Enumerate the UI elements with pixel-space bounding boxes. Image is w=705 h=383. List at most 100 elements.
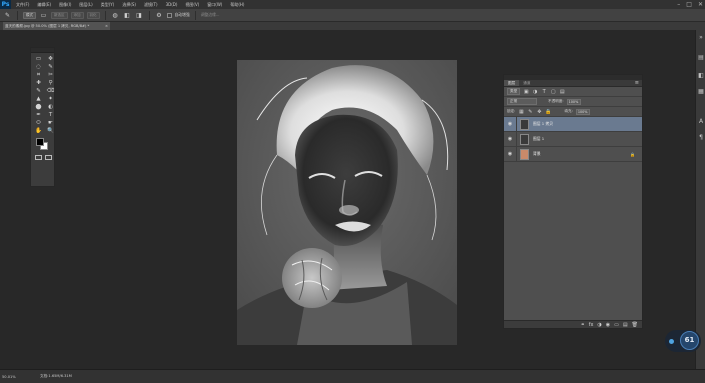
hand-tool-icon[interactable]: ✋: [33, 127, 44, 135]
new-layer-icon[interactable]: ▤: [623, 322, 628, 328]
visibility-eye-icon[interactable]: ◉: [504, 151, 516, 157]
delete-layer-icon[interactable]: 🗑: [632, 322, 638, 328]
layer-style-icon[interactable]: fx: [589, 322, 594, 328]
visibility-eye-icon[interactable]: ◉: [504, 121, 516, 127]
tab-layers[interactable]: 图层: [504, 80, 520, 86]
lock-all-icon[interactable]: 🔒: [545, 109, 551, 115]
eraser-tool-icon[interactable]: ⌫: [45, 87, 56, 95]
properties-panel-icon[interactable]: ◧: [697, 72, 705, 80]
marquee-tool-icon[interactable]: ▭: [33, 55, 44, 63]
minimize-button[interactable]: –: [677, 1, 680, 8]
auto-enhance-checkbox[interactable]: [166, 12, 172, 18]
history-panel-icon[interactable]: ▤: [697, 54, 705, 62]
selection-new-icon[interactable]: ▭: [39, 11, 48, 19]
filter-type-select[interactable]: 类型: [507, 88, 521, 95]
link-layers-icon[interactable]: ⚭: [580, 322, 584, 328]
screen-mode-icon[interactable]: [45, 155, 52, 160]
mode-field[interactable]: 模式: [23, 11, 36, 19]
layer-thumbnail: [520, 118, 529, 130]
brush-icon[interactable]: ◍: [111, 11, 120, 19]
quick-select-tool-icon[interactable]: ✎: [45, 63, 56, 71]
document-info[interactable]: 文档:1.65M/6.31M: [40, 374, 72, 379]
character-panel-icon[interactable]: A: [697, 118, 705, 126]
fill-input[interactable]: 100%: [575, 108, 590, 115]
layer-row-1[interactable]: ◉ 图层 1: [504, 131, 642, 147]
layer-name: 图层 1: [533, 136, 545, 141]
lock-paint-icon[interactable]: ✎: [527, 109, 533, 115]
percentage-badge: 61: [680, 331, 699, 350]
options-bar: ✎ 模式 ▭ 新选区 添加 羽化 ◍ ◧ ◨ ⚙ 自动增强 调整边缘...: [0, 9, 705, 22]
document-canvas[interactable]: [237, 60, 457, 345]
new-selection-field[interactable]: 新选区: [51, 11, 68, 19]
maximize-button[interactable]: □: [686, 1, 692, 8]
blur-tool-icon[interactable]: ⬤: [33, 103, 44, 111]
auto-enhance-label: 自动增强: [174, 12, 190, 17]
adjustment-layer-icon[interactable]: ◉: [606, 322, 610, 328]
color-swatches: [35, 137, 53, 153]
healing-brush-icon[interactable]: ✚: [33, 79, 44, 87]
paragraph-panel-icon[interactable]: ¶: [697, 134, 705, 142]
menu-type[interactable]: 类型(Y): [101, 2, 115, 8]
settings-gear-icon[interactable]: ⚙: [155, 11, 164, 19]
blend-mode-select[interactable]: 正常: [507, 98, 537, 105]
shape-tool-icon[interactable]: ⬭: [33, 119, 44, 127]
filter-shape-icon[interactable]: ▢: [550, 89, 556, 95]
zoom-level[interactable]: 50.01%: [2, 375, 40, 379]
tool-preset-icon[interactable]: ✎: [3, 11, 12, 19]
menu-select[interactable]: 选择(S): [122, 2, 136, 8]
document-tab[interactable]: 蓝天的素颜.jpg @ 50.0% (图层 1 拷贝, RGB/8#) * ×: [3, 22, 110, 30]
feather-field[interactable]: 羽化: [86, 11, 100, 19]
move-tool-icon[interactable]: ✥: [45, 55, 56, 63]
dodge-tool-icon[interactable]: ◐: [45, 103, 56, 111]
menu-edit[interactable]: 编辑(E): [37, 2, 51, 8]
lock-label: 锁定:: [507, 109, 516, 113]
menu-3d[interactable]: 3D(D): [166, 2, 178, 7]
intersect-icon[interactable]: ◨: [135, 11, 144, 19]
add-selection-field[interactable]: 添加: [70, 11, 84, 19]
collapse-dock-icon[interactable]: »: [697, 34, 705, 42]
history-brush-icon[interactable]: ✦: [45, 95, 56, 103]
lock-transparent-icon[interactable]: ▦: [518, 109, 524, 115]
menu-filter[interactable]: 滤镜(T): [144, 2, 158, 8]
type-tool-icon[interactable]: T: [45, 111, 56, 119]
menu-help[interactable]: 帮助(H): [230, 2, 244, 8]
filter-pixel-icon[interactable]: ▣: [523, 89, 529, 95]
filter-type-icon[interactable]: T: [541, 89, 547, 95]
slice-tool-icon[interactable]: ✂: [45, 71, 56, 79]
layer-row-background[interactable]: ◉ 背景 🔒: [504, 146, 642, 162]
panel-menu-icon[interactable]: ≡: [635, 80, 639, 86]
layer-row-copy[interactable]: ◉ 图层 1 拷贝: [504, 116, 642, 132]
new-group-icon[interactable]: ▭: [614, 322, 619, 328]
stamp-tool-icon[interactable]: ▲: [33, 95, 44, 103]
menu-file[interactable]: 文件(F): [16, 2, 29, 8]
opacity-input[interactable]: 100%: [566, 98, 581, 105]
crop-tool-icon[interactable]: ⌗: [33, 71, 44, 79]
blend-opacity-row: 正常 不透明度: 100%: [504, 97, 642, 107]
close-button[interactable]: ✕: [698, 1, 703, 8]
quick-mask-icon[interactable]: [35, 155, 42, 160]
eyedropper-icon[interactable]: ⚲: [45, 79, 56, 87]
tab-channels[interactable]: 通道: [519, 80, 534, 86]
filter-smart-icon[interactable]: ▤: [559, 89, 565, 95]
visibility-eye-icon[interactable]: ◉: [504, 136, 516, 142]
filter-adjust-icon[interactable]: ◑: [532, 89, 538, 95]
close-tab-icon[interactable]: ×: [105, 22, 108, 30]
performance-widget[interactable]: 61: [665, 330, 701, 352]
foreground-color-swatch[interactable]: [36, 138, 44, 146]
lasso-tool-icon[interactable]: ◌: [33, 63, 44, 71]
lock-icon: 🔒: [630, 151, 635, 157]
brush-tool-icon[interactable]: ✎: [33, 87, 44, 95]
menu-layer[interactable]: 图层(L): [79, 2, 92, 8]
divider: [194, 10, 196, 20]
subtract-icon[interactable]: ◧: [123, 11, 132, 19]
swatches-panel-icon[interactable]: ▦: [697, 88, 705, 96]
zoom-tool-icon[interactable]: 🔍: [45, 127, 56, 135]
pen-tool-icon[interactable]: ✒: [33, 111, 44, 119]
path-select-icon[interactable]: ☛: [45, 119, 56, 127]
refine-edge-button[interactable]: 调整边缘...: [201, 12, 220, 18]
menu-view[interactable]: 视图(V): [185, 2, 199, 8]
menu-window[interactable]: 窗口(W): [207, 2, 222, 8]
add-mask-icon[interactable]: ◑: [597, 322, 601, 328]
lock-move-icon[interactable]: ✥: [536, 109, 542, 115]
menu-image[interactable]: 图像(I): [59, 2, 71, 8]
